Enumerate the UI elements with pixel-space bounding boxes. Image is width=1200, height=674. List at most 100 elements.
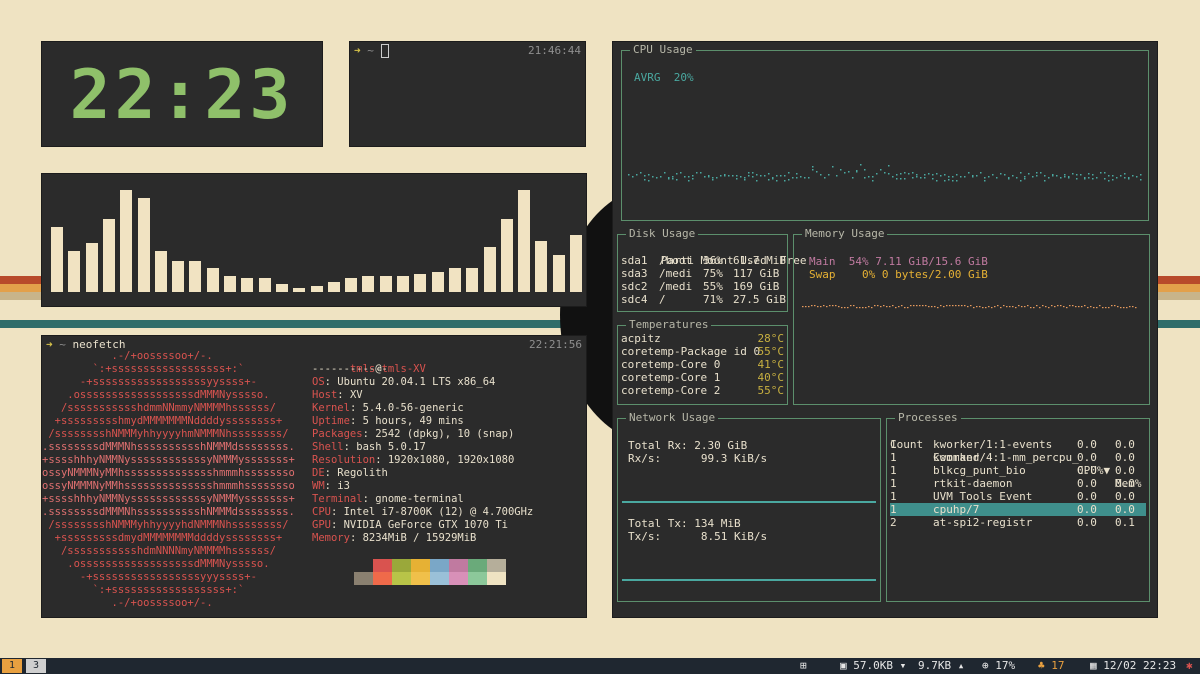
cpu-graph-dot	[744, 177, 746, 179]
cpu-graph-dot	[828, 174, 830, 176]
cpu-graph-dot	[1044, 175, 1046, 177]
info-value: : 5 hours, 49 mins	[349, 415, 464, 427]
memory-graph-dot	[982, 307, 984, 309]
cpu-graph-dot	[892, 176, 894, 178]
process-row[interactable]: 1 kworker/4:1-mm_percpu_ 0.0 0.0	[890, 451, 1146, 464]
processes-panel[interactable]: Processes Count Command CPU%▼ Mem% 1 kwor…	[886, 411, 1150, 602]
memory-graph-dot	[940, 305, 942, 307]
memory-graph-dot	[1063, 306, 1065, 308]
memory-graph-dot	[880, 306, 882, 308]
cpu-avg-value: 20%	[673, 71, 694, 84]
cpu-graph-dot	[900, 178, 902, 180]
logo-line: .-/+oossssoo+/-.	[42, 597, 213, 609]
memory-graph-dot	[889, 306, 891, 308]
tx-rate-value: 8.51 KiB/s	[700, 530, 768, 543]
disk-used: 36%	[703, 254, 723, 267]
power-icon[interactable]: ✱	[1186, 658, 1193, 674]
cpu-graph-dot	[872, 180, 874, 182]
palette-swatch	[430, 572, 449, 585]
cpu-graph-dot	[884, 172, 886, 174]
process-row[interactable]: 1 cpuhp/7 0.0 0.0	[890, 503, 1146, 516]
memory-graph-dot	[1003, 305, 1005, 307]
cpu-graph-dot	[632, 176, 634, 178]
info-value: : XV	[337, 389, 363, 401]
memory-graph-dot	[817, 306, 819, 308]
cpu-graph-dot	[904, 178, 906, 180]
cpu-graph-dot	[656, 177, 658, 179]
disk-used: 71%	[703, 293, 723, 306]
clock-indicator: ▦ 12/02 22:23	[1090, 658, 1176, 674]
terminal-window-top[interactable]: ➜ ~ 21:46:44	[349, 41, 586, 147]
process-row[interactable]: 1 blkcg_punt_bio 0.0 0.0	[890, 464, 1146, 477]
process-row[interactable]: 1 kworker/1:1-events 0.0 0.0	[890, 438, 1146, 451]
processes-title: Processes	[895, 411, 961, 425]
process-count: 1	[890, 451, 897, 464]
cpu-graph-dot	[788, 172, 790, 174]
cpu-graph-dot	[864, 169, 866, 171]
visualizer-bar	[483, 247, 496, 292]
workspace-3[interactable]: 3	[26, 659, 46, 673]
cpu-graph-dot	[944, 180, 946, 182]
memory-graph-dot	[964, 305, 966, 307]
memory-graph-dot	[1087, 307, 1089, 309]
info-row: Packages: 2542 (dpkg), 10 (snap)	[312, 428, 514, 441]
info-value: : 1920x1080, 1920x1080	[375, 454, 515, 466]
cpu-graph-dot	[1112, 179, 1114, 181]
cpu-graph-dot	[636, 174, 638, 176]
memory-graph-dot	[976, 306, 978, 308]
cpu-graph-dot	[1064, 176, 1066, 178]
info-value: : 5.4.0-56-generic	[349, 402, 464, 414]
disk-partition: sdc4	[621, 293, 648, 306]
memory-graph-dot	[937, 307, 939, 309]
info-row: Resolution: 1920x1080, 1920x1080	[312, 454, 514, 467]
cpu-graph-dot	[1076, 174, 1078, 176]
disk-partition: sda1	[621, 254, 648, 267]
cpu-graph-dot	[992, 174, 994, 176]
system-monitor-window[interactable]: CPU Usage AVRG 20% Disk Usage Parti Moun…	[612, 41, 1158, 618]
disk-usage-panel: Disk Usage Parti Mount Used Free sda1/bo…	[617, 227, 807, 312]
cpu-graph-dot	[752, 172, 754, 174]
cpu-graph-dot	[1036, 175, 1038, 177]
palette-swatch	[354, 572, 373, 585]
cpu-graph-dot	[688, 176, 690, 178]
memory-graph-dot	[808, 306, 810, 308]
cpu-graph-dot	[900, 173, 902, 175]
memory-graph-dot	[811, 305, 813, 307]
memory-graph-dot	[1069, 305, 1071, 307]
total-tx-label: Total Tx:	[628, 517, 688, 530]
cpu-graph-dot	[1092, 178, 1094, 180]
process-cpu: 0.0	[1077, 438, 1097, 451]
memory-graph-dot	[943, 306, 945, 308]
info-key: Resolution	[312, 454, 376, 466]
cpu-avg-label: AVRG	[634, 71, 661, 84]
terminal-window-neofetch[interactable]: ➜ ~ neofetch 22:21:56 .-/+oossssoo+/-. `…	[41, 335, 587, 618]
cpu-graph-dot	[1008, 178, 1010, 180]
workspace-1[interactable]: 1	[2, 659, 22, 673]
process-row[interactable]: 2 at-spi2-registr 0.0 0.1	[890, 516, 1146, 529]
cpu-graph-dot	[948, 179, 950, 181]
notifications[interactable]: ♣ 17	[1038, 658, 1065, 674]
memory-graph-dot	[973, 307, 975, 309]
memory-graph-dot	[901, 305, 903, 307]
plus-box-icon[interactable]: ⊞	[800, 658, 807, 674]
temperatures-panel: Temperatures acpitz 28°C coretemp-Package …	[617, 318, 788, 405]
processes-header: Count Command CPU%▼ Mem%	[890, 425, 1146, 490]
tx-rate-label: Tx/s:	[628, 530, 662, 543]
cpu-graph-dot	[1108, 180, 1110, 182]
cpu-graph-dot	[1092, 174, 1094, 176]
memory-graph-dot	[916, 305, 918, 307]
memory-graph-dot	[910, 305, 912, 307]
sensor-value: 40°C	[757, 371, 785, 384]
memory-graph-dot	[955, 305, 957, 307]
cpu-icon: ⊕	[982, 659, 989, 672]
cpu-graph-dot	[976, 175, 978, 177]
cpu-graph-dot	[880, 169, 882, 171]
info-key: DE	[312, 467, 325, 479]
memory-graph-dot	[925, 305, 927, 307]
cpu-graph-dot	[864, 177, 866, 179]
process-row[interactable]: 1 rtkit-daemon 0.0 0.0	[890, 477, 1146, 490]
cpu-graph-dot	[776, 175, 778, 177]
palette-swatch	[487, 559, 506, 572]
cpu-graph-dot	[1076, 178, 1078, 180]
process-row[interactable]: 1 UVM Tools Event 0.0 0.0	[890, 490, 1146, 503]
